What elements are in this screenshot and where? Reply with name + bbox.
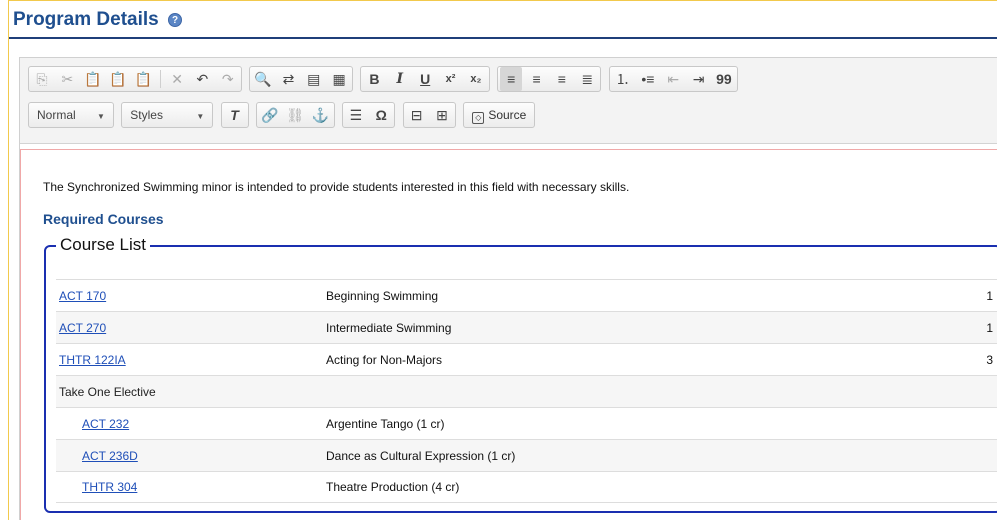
table-row: ACT 270 Intermediate Swimming 1 bbox=[56, 311, 997, 343]
panel-header: Program Details ? bbox=[9, 1, 997, 39]
underline-icon[interactable]: U bbox=[414, 67, 436, 91]
horizontal-rule-icon[interactable]: ☰ bbox=[345, 103, 367, 127]
course-title: Theatre Production (4 cr) bbox=[326, 480, 460, 494]
toolbar-row-2: Normal ▼ Styles ▼ T 🔗 ⛓ ⚓ ☰ Ω ⊟ ⊞ ◇ Sour… bbox=[28, 102, 997, 132]
table-row: THTR 122IA Acting for Non-Majors 3 bbox=[56, 343, 997, 375]
align-left-icon[interactable]: ≡ bbox=[500, 67, 523, 91]
find-icon[interactable]: 🔍 bbox=[252, 67, 274, 91]
italic-icon[interactable]: I bbox=[389, 67, 411, 91]
cut-icon[interactable]: ✂ bbox=[56, 67, 78, 91]
page-title: Program Details bbox=[13, 9, 159, 30]
course-link[interactable]: THTR 122IA bbox=[59, 353, 126, 367]
course-credits: 3 bbox=[986, 352, 993, 367]
format-dropdown[interactable]: Normal ▼ bbox=[28, 102, 114, 128]
course-table: ACT 170 Beginning Swimming 1 ACT 270 Int… bbox=[56, 279, 997, 503]
course-link[interactable]: THTR 304 bbox=[82, 480, 137, 494]
editor-content[interactable]: The Synchronized Swimming minor is inten… bbox=[20, 149, 997, 520]
course-list-box: Course List ACT 170 Beginning Swimming 1… bbox=[44, 235, 997, 513]
table-group: ⊟ ⊞ bbox=[402, 102, 456, 128]
unlink-icon[interactable]: ⛓ bbox=[284, 103, 306, 127]
numbered-list-icon[interactable]: ⒈ bbox=[612, 67, 634, 91]
styles-dropdown[interactable]: Styles ▼ bbox=[121, 102, 214, 128]
redo-icon[interactable]: ↷ bbox=[217, 67, 239, 91]
select-all-icon[interactable]: ▤ bbox=[303, 67, 325, 91]
table-row: ACT 170 Beginning Swimming 1 bbox=[56, 279, 997, 311]
remove-format-icon[interactable]: T bbox=[224, 103, 246, 127]
help-icon[interactable]: ? bbox=[168, 13, 183, 27]
table-row: ACT 236D Dance as Cultural Expression (1… bbox=[56, 439, 997, 471]
insert-group: ☰ Ω bbox=[341, 102, 396, 128]
chevron-down-icon: ▼ bbox=[196, 112, 205, 121]
table-row: Take One Elective bbox=[56, 375, 997, 407]
intro-text: The Synchronized Swimming minor is inten… bbox=[43, 180, 630, 194]
course-title: Dance as Cultural Expression (1 cr) bbox=[326, 448, 516, 463]
course-list-title: Course List bbox=[56, 235, 150, 255]
table-row: THTR 304 Theatre Production (4 cr) bbox=[56, 471, 997, 503]
program-details-panel: Program Details ? ⎘ ✂ 📋 📋 📋 ✕ ↶ ↷ 🔍 ⇄ ▤ … bbox=[8, 0, 997, 520]
elective-label: Take One Elective bbox=[59, 384, 156, 399]
bold-icon[interactable]: B bbox=[363, 67, 385, 91]
styles-label: Styles bbox=[130, 108, 163, 122]
outdent-icon[interactable]: ⇤ bbox=[662, 67, 684, 91]
paste-text-icon[interactable]: 📋 bbox=[107, 67, 129, 91]
link-group: 🔗 ⛓ ⚓ bbox=[255, 102, 335, 128]
align-justify-icon[interactable]: ≣ bbox=[576, 67, 598, 91]
course-link[interactable]: ACT 270 bbox=[59, 321, 106, 335]
source-icon: ◇ bbox=[472, 112, 485, 124]
required-courses-heading: Required Courses bbox=[43, 211, 164, 227]
source-button[interactable]: ◇ Source bbox=[466, 103, 532, 127]
editor-toolbar: ⎘ ✂ 📋 📋 📋 ✕ ↶ ↷ 🔍 ⇄ ▤ ▦ B I U x² x₂ ≡ ≡ … bbox=[20, 58, 997, 144]
course-title: Argentine Tango (1 cr) bbox=[326, 416, 445, 431]
rich-text-editor: ⎘ ✂ 📋 📋 📋 ✕ ↶ ↷ 🔍 ⇄ ▤ ▦ B I U x² x₂ ≡ ≡ … bbox=[19, 57, 997, 520]
remove-icon[interactable]: ✕ bbox=[166, 67, 188, 91]
align-group: ≡ ≡ ≡ ≣ bbox=[497, 66, 602, 92]
paste-word-icon[interactable]: 📋 bbox=[132, 67, 154, 91]
source-group: ◇ Source bbox=[463, 102, 536, 128]
replace-icon[interactable]: ⇄ bbox=[277, 67, 299, 91]
table-row: ACT 232 Argentine Tango (1 cr) bbox=[56, 407, 997, 439]
format-label: Normal bbox=[37, 108, 76, 122]
course-title: Intermediate Swimming bbox=[326, 320, 452, 335]
copy-icon[interactable]: ⎘ bbox=[31, 67, 53, 91]
course-title: Acting for Non-Majors bbox=[326, 352, 443, 367]
table-icon[interactable]: ⊞ bbox=[431, 103, 453, 127]
subscript-icon[interactable]: x₂ bbox=[465, 67, 487, 91]
course-link[interactable]: ACT 170 bbox=[59, 289, 106, 303]
find-group: 🔍 ⇄ ▤ ▦ bbox=[249, 66, 354, 92]
superscript-icon[interactable]: x² bbox=[440, 67, 462, 91]
anchor-icon[interactable]: ⚓ bbox=[310, 103, 332, 127]
align-center-icon[interactable]: ≡ bbox=[526, 67, 548, 91]
blockquote-icon[interactable]: 99 bbox=[713, 67, 735, 91]
clipboard-group: ⎘ ✂ 📋 📋 📋 ✕ ↶ ↷ bbox=[28, 66, 242, 92]
indent-icon[interactable]: ⇥ bbox=[688, 67, 710, 91]
align-right-icon[interactable]: ≡ bbox=[551, 67, 573, 91]
basic-styles-group: B I U x² x₂ bbox=[360, 66, 490, 92]
course-link[interactable]: ACT 232 bbox=[82, 417, 129, 431]
toolbar-row-1: ⎘ ✂ 📋 📋 📋 ✕ ↶ ↷ 🔍 ⇄ ▤ ▦ B I U x² x₂ ≡ ≡ … bbox=[28, 66, 997, 96]
remove-format-group: T bbox=[220, 102, 249, 128]
link-icon[interactable]: 🔗 bbox=[259, 103, 281, 127]
special-char-icon[interactable]: Ω bbox=[370, 103, 392, 127]
chevron-down-icon: ▼ bbox=[97, 112, 105, 121]
paste-icon[interactable]: 📋 bbox=[82, 67, 104, 91]
undo-icon[interactable]: ↶ bbox=[191, 67, 213, 91]
course-credits: 1 bbox=[986, 288, 993, 303]
bulleted-list-icon[interactable]: •≡ bbox=[637, 67, 659, 91]
template-icon[interactable]: ⊟ bbox=[406, 103, 428, 127]
course-link[interactable]: ACT 236D bbox=[82, 449, 138, 463]
list-group: ⒈ •≡ ⇤ ⇥ 99 bbox=[608, 66, 738, 92]
course-title: Beginning Swimming bbox=[326, 288, 439, 303]
spellcheck-icon[interactable]: ▦ bbox=[328, 67, 350, 91]
course-credits: 1 bbox=[986, 320, 993, 335]
